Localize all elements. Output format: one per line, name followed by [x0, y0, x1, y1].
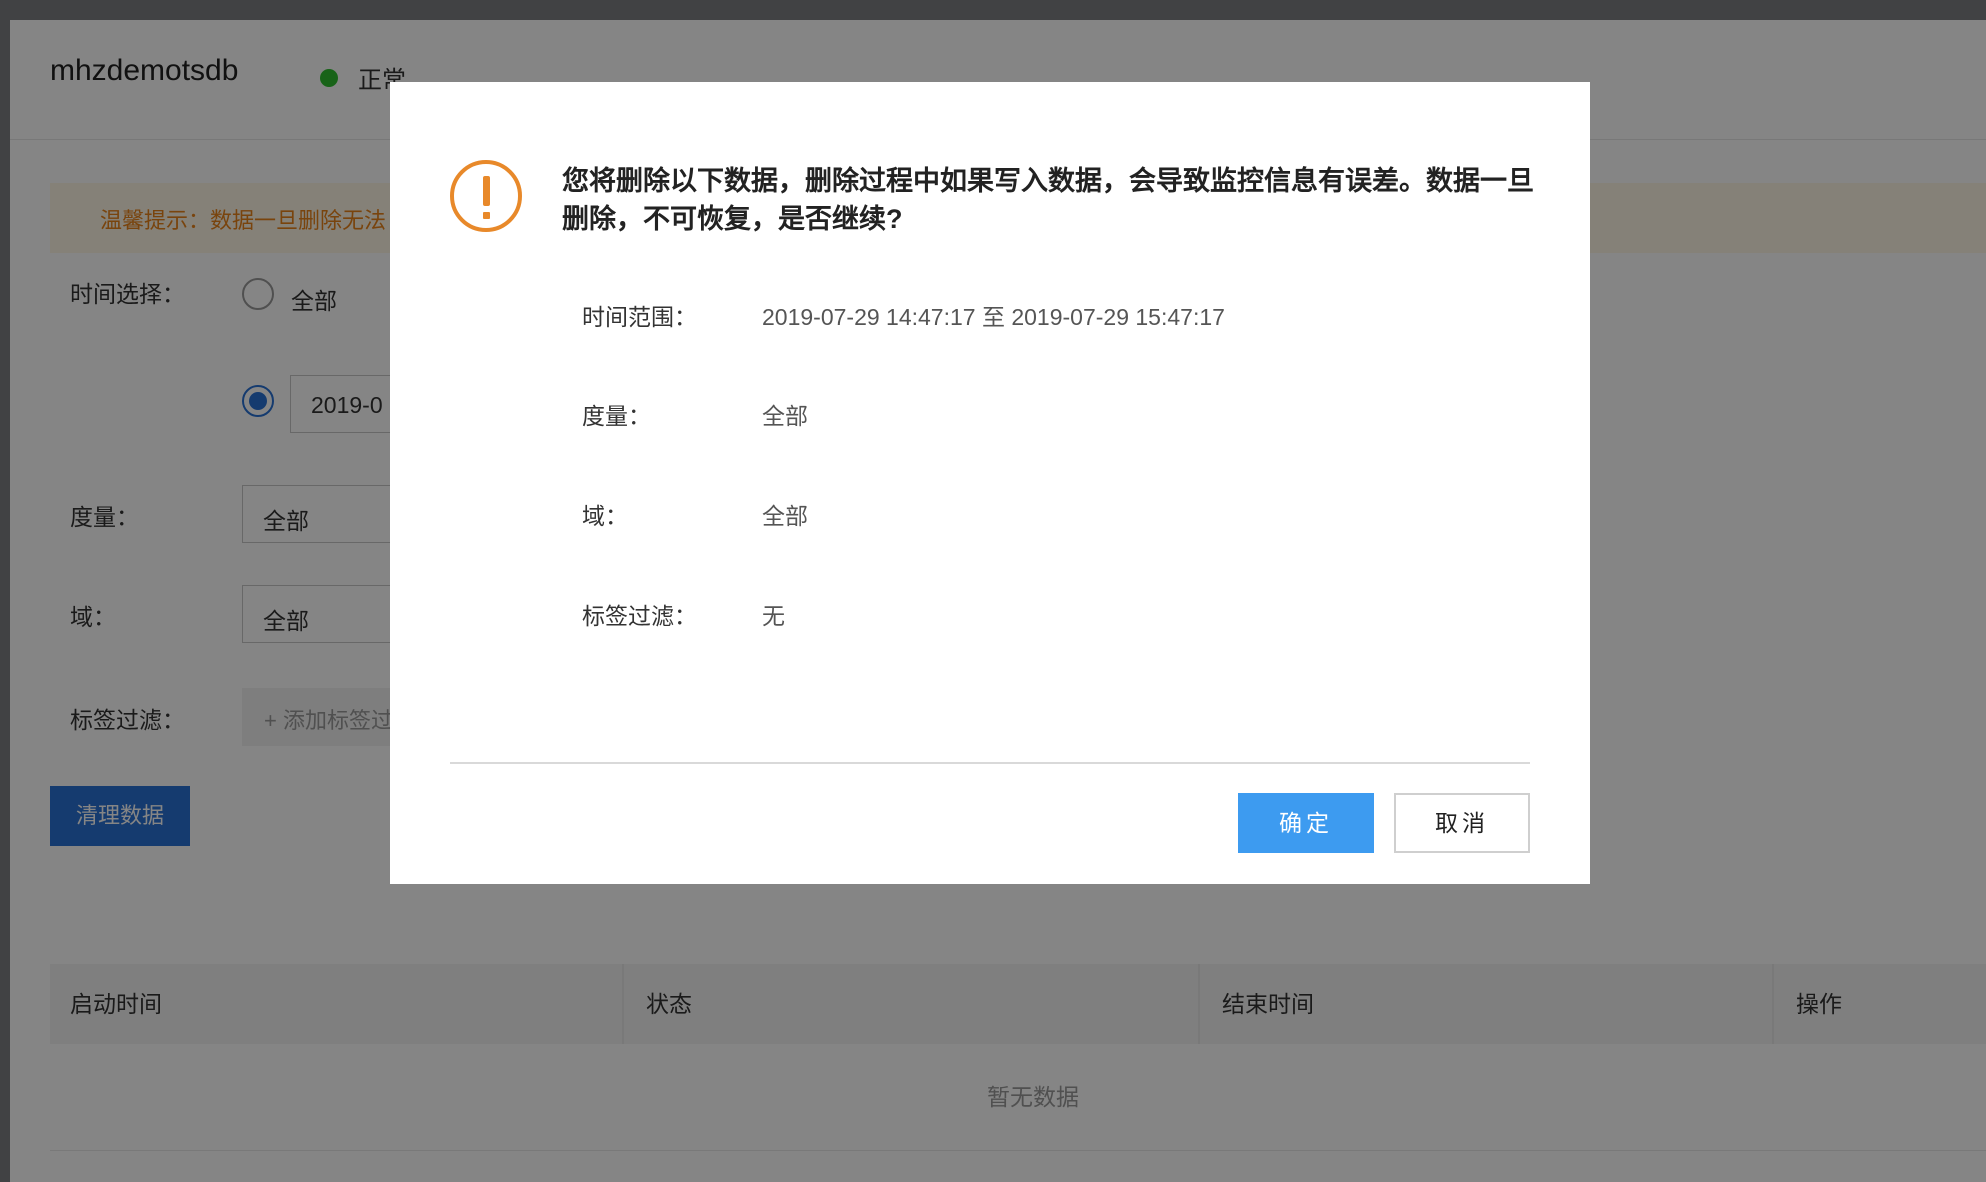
tag-filter-summary-value: 无	[762, 603, 785, 629]
tag-filter-summary-label: 标签过滤：	[582, 603, 697, 629]
cancel-button[interactable]: 取消	[1394, 793, 1530, 853]
metric-summary-value: 全部	[762, 403, 808, 429]
warning-icon-dot	[483, 212, 490, 219]
dialog-message: 您将删除以下数据，删除过程中如果写入数据，会导致监控信息有误差。数据一旦删除，不…	[562, 166, 1534, 234]
confirm-button[interactable]: 确定	[1238, 793, 1374, 853]
domain-summary-label: 域：	[582, 503, 628, 529]
time-range-value: 2019-07-29 14:47:17 至 2019-07-29 15:47:1…	[762, 304, 1225, 330]
time-range-label: 时间范围：	[582, 304, 697, 330]
confirm-delete-dialog: 您将删除以下数据，删除过程中如果写入数据，会导致监控信息有误差。数据一旦删除，不…	[390, 82, 1590, 884]
dialog-divider	[450, 762, 1530, 764]
metric-summary-label: 度量：	[582, 403, 651, 429]
domain-summary-value: 全部	[762, 503, 808, 529]
warning-icon	[450, 160, 522, 232]
warning-icon-bar	[483, 176, 490, 206]
